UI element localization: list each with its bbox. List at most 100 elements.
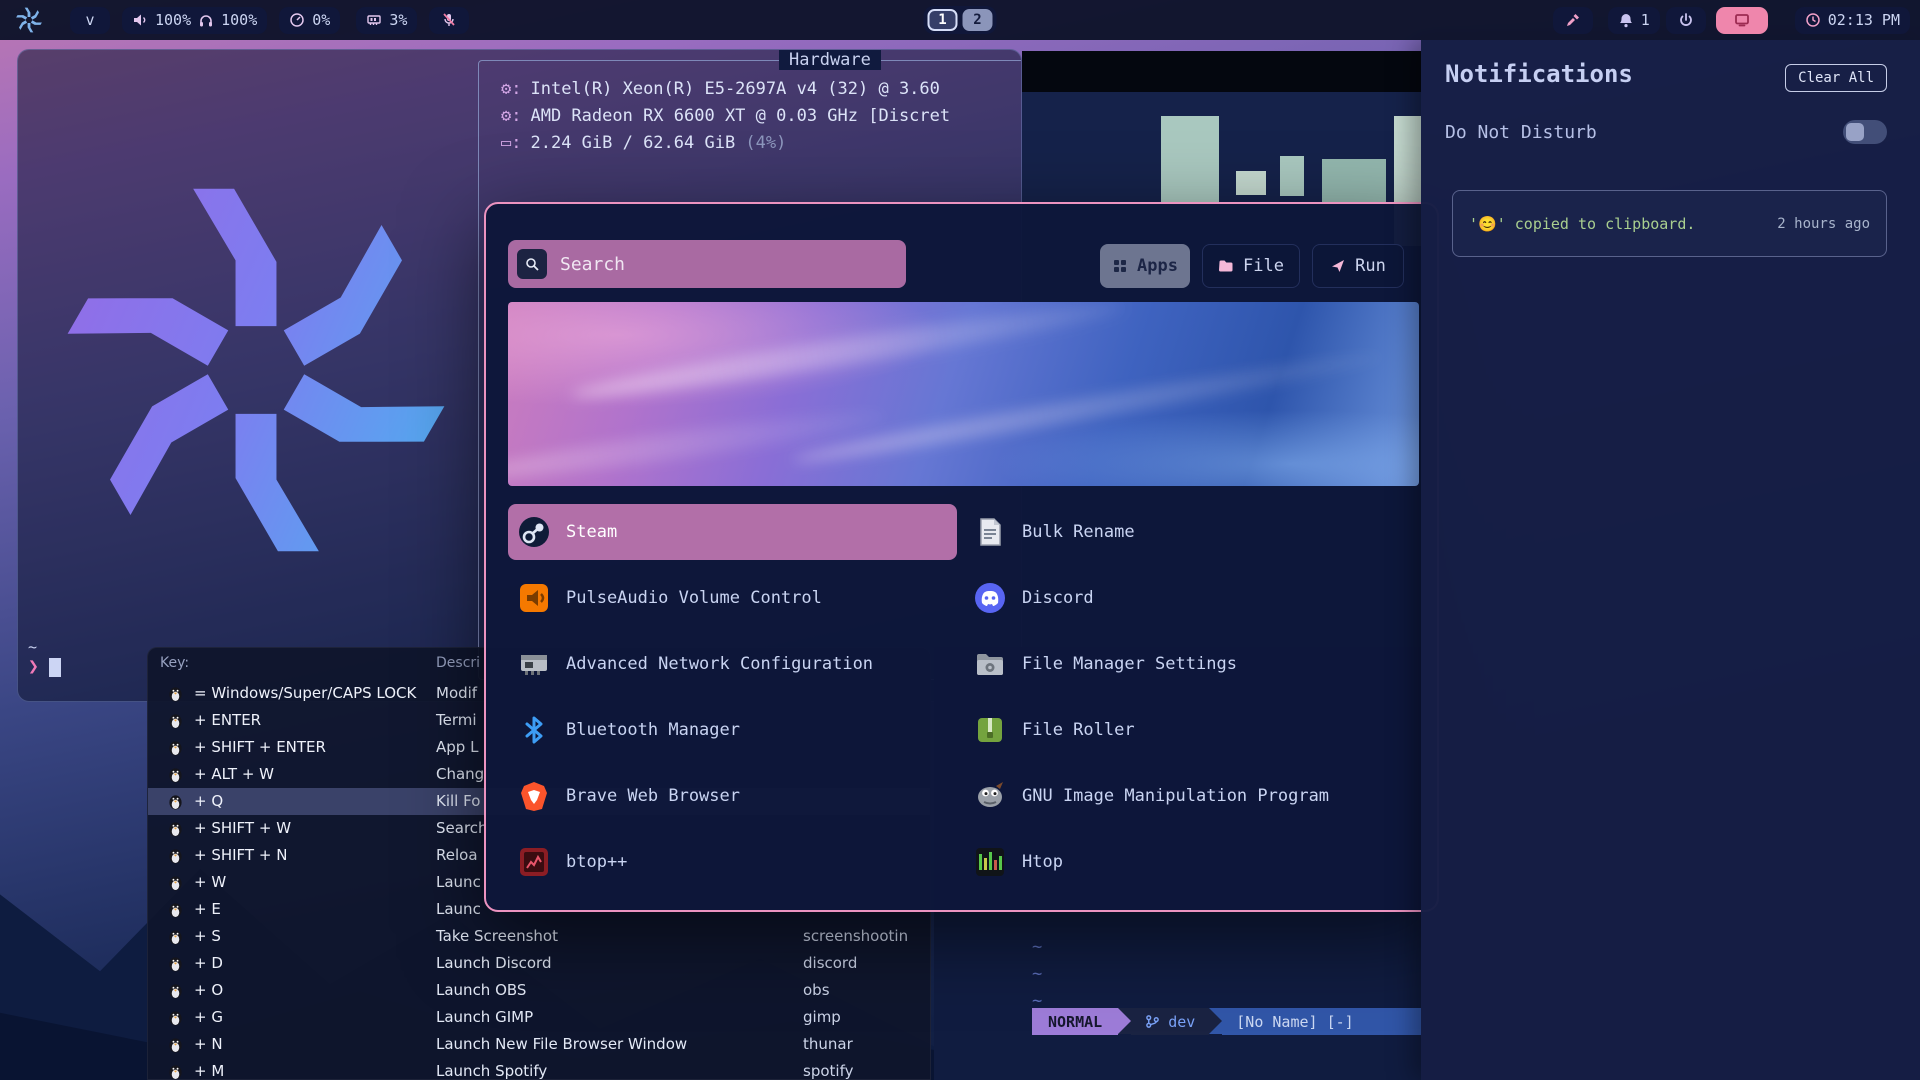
tux-icon — [168, 1036, 183, 1053]
tilde-line: ~ — [1032, 964, 1042, 984]
tux-icon — [168, 685, 183, 702]
app-item-discord[interactable]: Discord — [964, 570, 1413, 626]
terminal-titlebar — [1022, 51, 1421, 92]
workspace-2[interactable]: 2 — [963, 9, 993, 31]
keybind-row[interactable]: + MLaunch Spotifyspotify — [148, 1058, 930, 1080]
notification-panel: Notifications Clear All Do Not Disturb '… — [1421, 40, 1920, 1080]
workspace-1[interactable]: 1 — [928, 9, 958, 31]
terminal-graph-block — [1322, 159, 1386, 203]
color-picker-button[interactable] — [1553, 7, 1593, 34]
search-input[interactable] — [560, 254, 897, 275]
git-branch-icon — [1145, 1014, 1160, 1029]
tux-icon — [168, 1009, 183, 1026]
tux-icon — [168, 712, 183, 729]
app-item-htop[interactable]: Htop — [964, 834, 1413, 890]
volume-widget[interactable]: 100% 100% — [122, 7, 267, 34]
cloud-streak — [791, 346, 1385, 470]
top-bar-right: 1 02:13 PM — [1553, 7, 1910, 34]
dnd-toggle[interactable] — [1843, 120, 1887, 144]
git-branch-segment: dev — [1131, 1008, 1209, 1035]
terminal-graph-block — [1280, 156, 1304, 196]
nixos-menu-icon[interactable] — [16, 7, 42, 33]
tux-icon — [168, 982, 183, 999]
app-list-right-column: Bulk Rename Discord File Manager Setting… — [964, 504, 1413, 900]
keybind-row[interactable]: + NLaunch New File Browser Windowthunar — [148, 1031, 930, 1058]
app-item-steam[interactable]: Steam — [508, 504, 957, 560]
app-item-pulseaudio[interactable]: PulseAudio Volume Control — [508, 570, 957, 626]
nvim-statusline: NORMAL dev [No Name] [-] — [1032, 1008, 1421, 1035]
power-button[interactable] — [1666, 7, 1706, 34]
terminal-cursor — [49, 658, 61, 677]
version-pill[interactable]: v — [70, 7, 110, 34]
search-bar[interactable] — [508, 240, 906, 288]
folder-icon — [1218, 258, 1234, 274]
tux-icon — [168, 739, 183, 756]
app-item-brave[interactable]: Brave Web Browser — [508, 768, 957, 824]
bulk-rename-icon — [974, 516, 1006, 548]
keybind-row[interactable]: + STake Screenshotscreenshootin — [148, 923, 930, 950]
hardware-line-gpu: ⚙:AMD Radeon RX 6600 XT @ 0.03 GHz [Disc… — [501, 106, 1022, 126]
mic-mute-widget[interactable] — [429, 7, 469, 34]
headphones-icon — [198, 12, 214, 28]
tux-icon — [168, 793, 183, 810]
btop-icon — [518, 846, 550, 878]
gauge-icon — [289, 12, 305, 28]
terminal-graph-block — [1161, 116, 1219, 204]
tux-icon — [168, 766, 183, 783]
keybind-row[interactable]: + OLaunch OBSobs — [148, 977, 930, 1004]
color-dropper-icon — [1565, 12, 1581, 28]
clock-widget[interactable]: 02:13 PM — [1795, 7, 1910, 34]
prompt-symbol: ❯ — [28, 656, 39, 677]
app-item-network-config[interactable]: Advanced Network Configuration — [508, 636, 957, 692]
ram-icon — [366, 12, 382, 28]
app-item-bulk-rename[interactable]: Bulk Rename — [964, 504, 1413, 560]
nixos-logo — [66, 180, 446, 560]
tux-icon — [168, 847, 183, 864]
keybind-row[interactable]: + GLaunch GIMPgimp — [148, 1004, 930, 1031]
git-branch-name: dev — [1168, 1013, 1195, 1031]
apps-grid-icon — [1112, 258, 1128, 274]
memory-icon: ▭: — [501, 133, 521, 153]
dnd-label: Do Not Disturb — [1445, 122, 1597, 143]
tilde-line: ~ — [1032, 937, 1042, 957]
app-item-file-manager-settings[interactable]: File Manager Settings — [964, 636, 1413, 692]
discord-icon — [974, 582, 1006, 614]
tux-icon — [168, 1063, 183, 1080]
mic-muted-icon — [441, 12, 457, 28]
cpu-icon: ⚙: — [501, 79, 521, 99]
notification-bell-button[interactable]: 1 — [1608, 7, 1660, 34]
run-icon — [1330, 258, 1346, 274]
top-bar: v 100% 100% 0% 3% 1 2 1 — [0, 0, 1920, 40]
hardware-line-memory: ▭:2.24 GiB / 62.64 GiB (4%) — [501, 133, 1022, 153]
screen-record-button[interactable] — [1716, 7, 1768, 34]
notification-card[interactable]: '😊' copied to clipboard. 2 hours ago — [1452, 190, 1887, 257]
shell-prompt: ~ ❯ — [28, 638, 61, 677]
archive-icon — [974, 714, 1006, 746]
tux-icon — [168, 901, 183, 918]
cpu-widget[interactable]: 0% — [279, 7, 340, 34]
toggle-knob — [1846, 123, 1864, 141]
bell-icon — [1618, 12, 1634, 28]
wallpaper-preview — [508, 302, 1419, 486]
notifications-title: Notifications — [1445, 60, 1633, 88]
keybinds-header-key: Key: — [160, 655, 189, 671]
mode-button-apps[interactable]: Apps — [1100, 244, 1190, 288]
mode-button-file[interactable]: File — [1202, 244, 1300, 288]
network-card-icon — [518, 648, 550, 680]
mode-button-run[interactable]: Run — [1312, 244, 1404, 288]
gpu-icon: ⚙: — [501, 106, 521, 126]
app-item-bluetooth[interactable]: Bluetooth Manager — [508, 702, 957, 758]
memory-widget[interactable]: 3% — [356, 7, 417, 34]
powerline-arrow — [1118, 1008, 1131, 1034]
steam-icon — [518, 516, 550, 548]
folder-gear-icon — [974, 648, 1006, 680]
screen-record-icon — [1734, 12, 1750, 28]
clear-all-button[interactable]: Clear All — [1785, 64, 1887, 92]
app-item-btop[interactable]: btop++ — [508, 834, 957, 890]
prompt-directory: ~ — [28, 638, 61, 656]
app-item-gimp[interactable]: GNU Image Manipulation Program — [964, 768, 1413, 824]
app-item-file-roller[interactable]: File Roller — [964, 702, 1413, 758]
hardware-box-title: Hardware — [779, 50, 881, 70]
htop-icon — [974, 846, 1006, 878]
keybind-row[interactable]: + DLaunch Discorddiscord — [148, 950, 930, 977]
